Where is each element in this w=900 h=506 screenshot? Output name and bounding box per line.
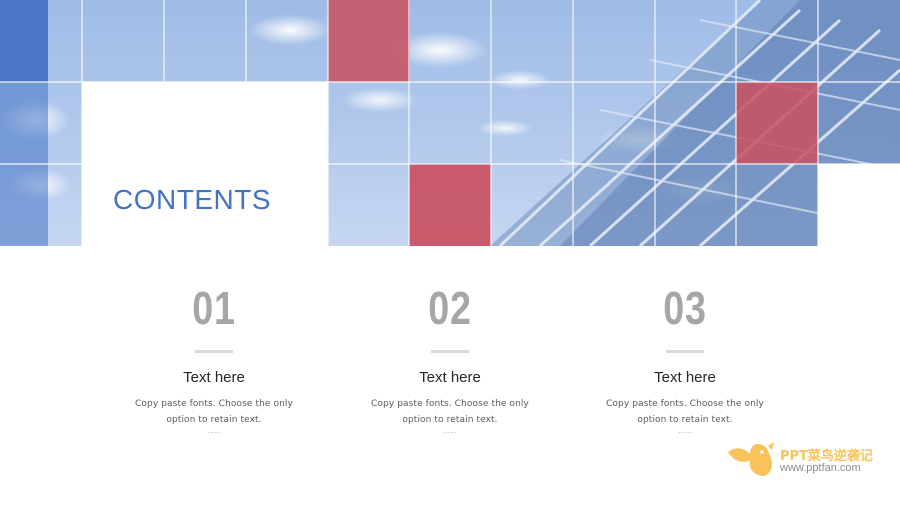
content-item-1: 01 Text here Copy paste fonts. Choose th…	[94, 282, 334, 436]
page-title: CONTENTS	[113, 184, 271, 215]
item-body: Copy paste fonts. Choose the only option…	[371, 399, 529, 425]
watermark: PPT菜鸟逆袭记 www.pptfan.com	[724, 438, 894, 482]
watermark-url: www.pptfan.com	[780, 462, 861, 474]
item-number: 02	[428, 282, 472, 334]
item-body: Copy paste fonts. Choose the only option…	[606, 399, 764, 425]
item-body: Copy paste fonts. Choose the only option…	[135, 399, 293, 425]
item-ellipsis: ……	[207, 428, 221, 435]
item-divider	[666, 350, 704, 353]
item-number: 03	[663, 282, 707, 334]
bird-logo-icon	[728, 442, 774, 476]
item-number: 01	[192, 282, 236, 334]
item-heading: Text here	[183, 369, 245, 386]
item-divider	[195, 350, 233, 353]
item-heading: Text here	[419, 369, 481, 386]
blank-tile	[818, 164, 900, 246]
item-heading: Text here	[654, 369, 716, 386]
content-item-3: 03 Text here Copy paste fonts. Choose th…	[565, 282, 805, 436]
content-item-2: 02 Text here Copy paste fonts. Choose th…	[330, 282, 570, 436]
item-ellipsis: ……	[678, 428, 692, 435]
item-ellipsis: ……	[443, 428, 457, 435]
item-divider	[431, 350, 469, 353]
title-panel	[82, 82, 328, 246]
